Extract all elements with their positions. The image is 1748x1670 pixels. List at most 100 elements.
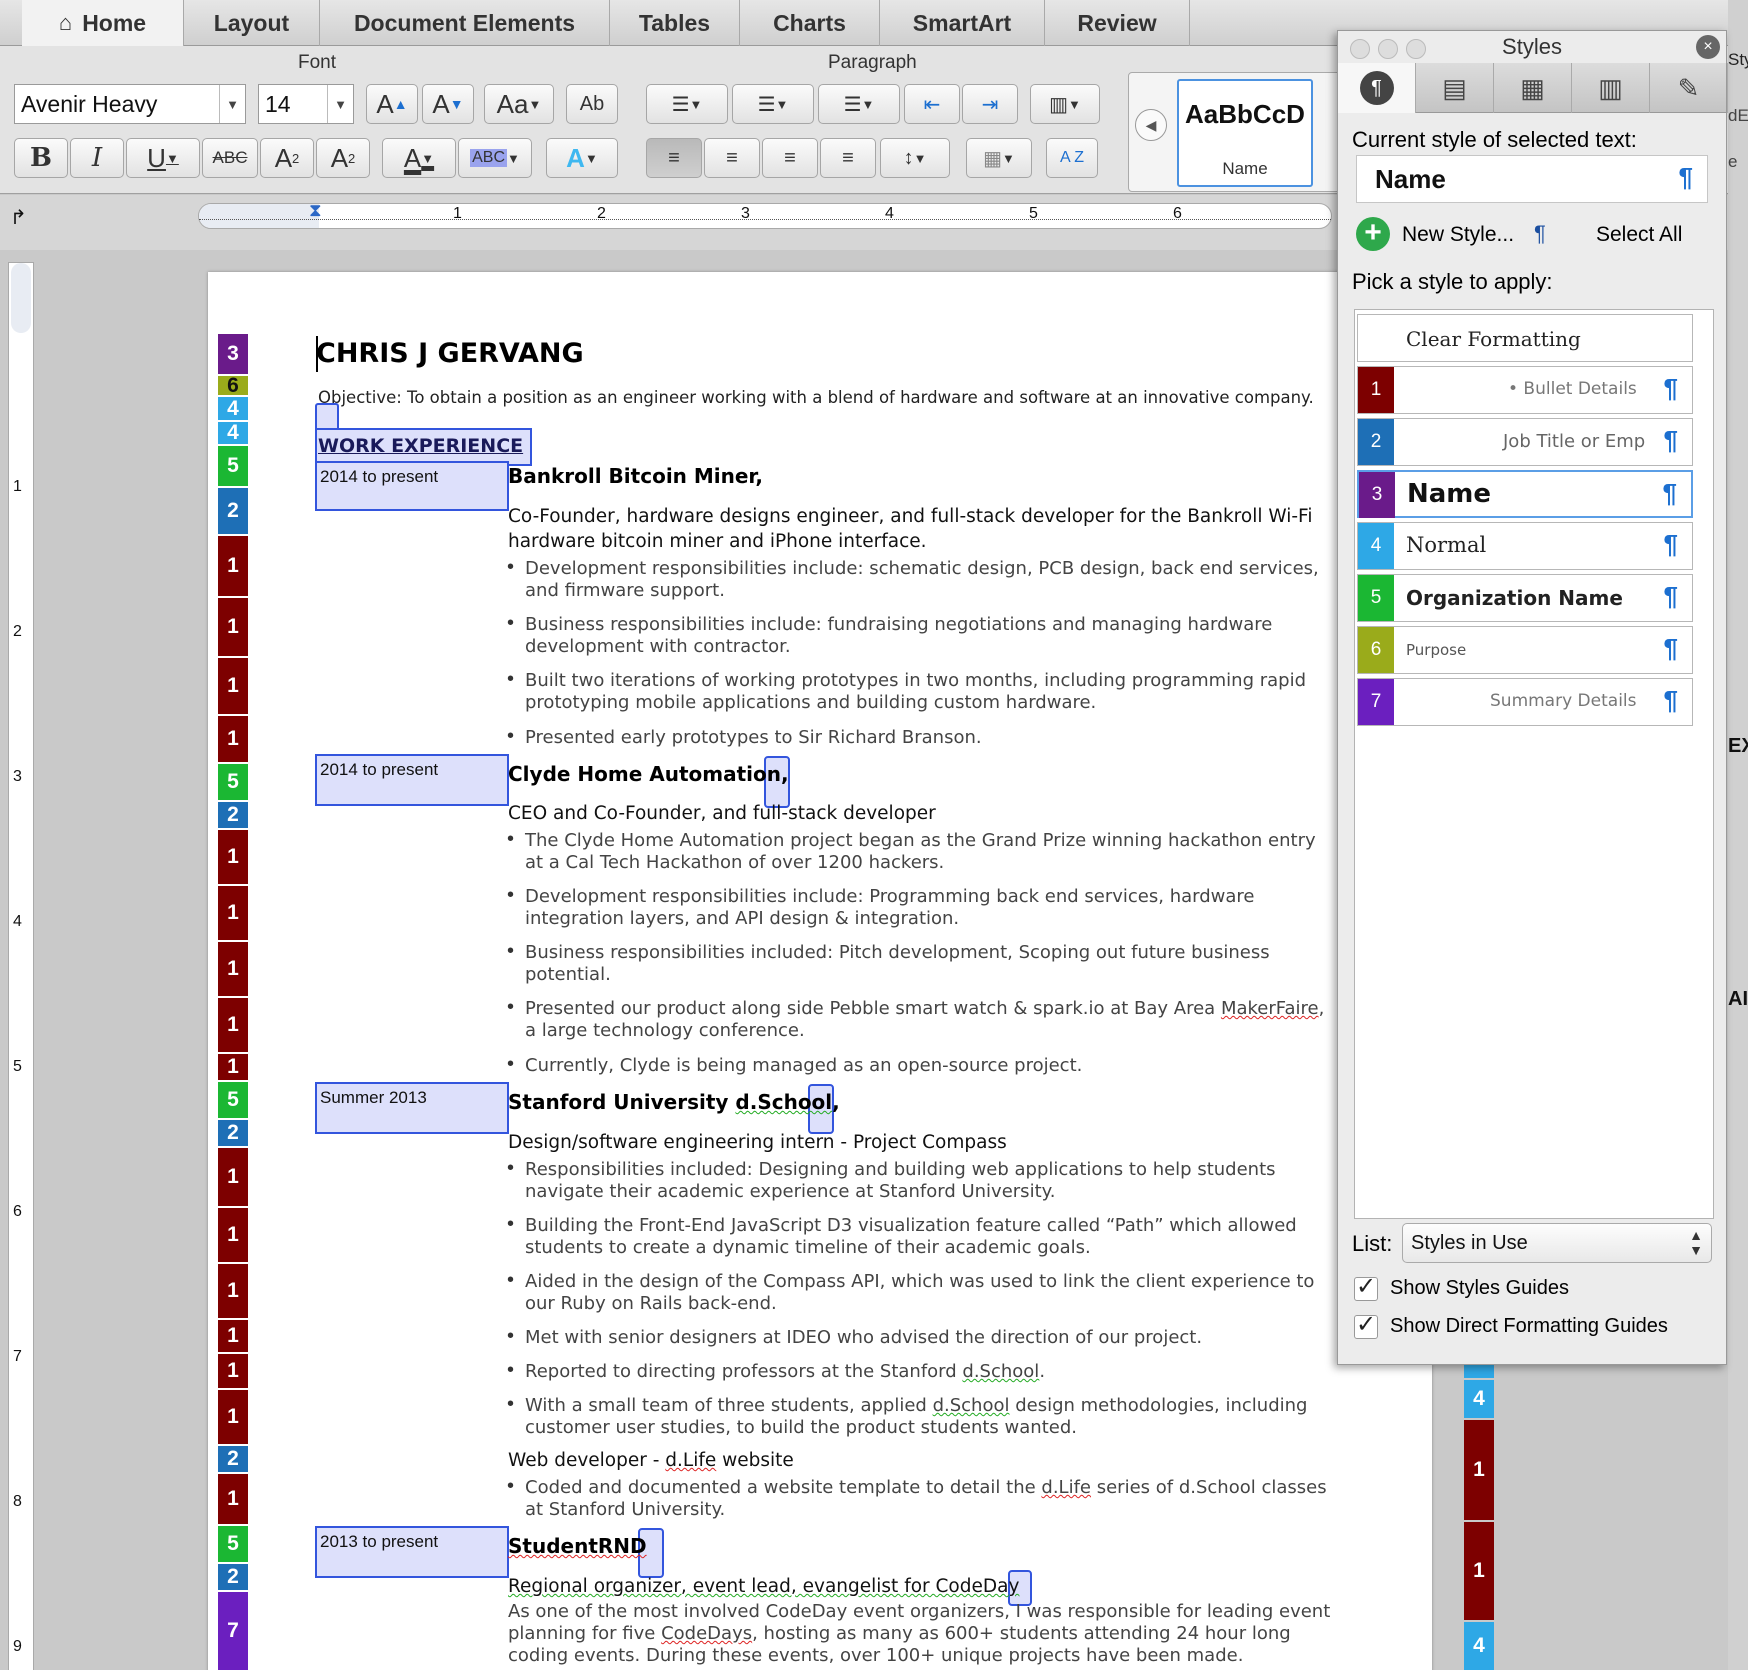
bullet-text[interactable]: integration layers, and API design & int… (525, 908, 959, 930)
job-title[interactable]: Co-Founder, hardware designs engineer, a… (508, 506, 1313, 527)
bullet-text[interactable]: Building the Front-End JavaScript D3 vis… (525, 1215, 1297, 1237)
clear-formatting-button[interactable]: Ab (566, 84, 618, 124)
decrease-indent-button[interactable]: ⇤ (904, 84, 960, 124)
job-title[interactable]: Regional organizer, event lead, evangeli… (508, 1576, 1019, 1597)
italic-button[interactable]: I (70, 138, 124, 178)
bullet-text[interactable]: development with contractor. (525, 636, 791, 658)
reference-tab-icon[interactable]: ▥ (1572, 63, 1650, 113)
tools-tab-icon[interactable]: ✎ (1650, 63, 1728, 113)
bullet-text[interactable]: and firmware support. (525, 580, 725, 602)
select-all-icon[interactable]: ¶ (1534, 221, 1560, 251)
bullet-text[interactable]: Met with senior designers at IDEO who ad… (525, 1327, 1202, 1349)
tab-smartart[interactable]: SmartArt (880, 0, 1045, 46)
align-right-button[interactable]: ≡ (762, 138, 818, 178)
grow-font-button[interactable]: A ▲ (366, 84, 418, 124)
strikethrough-button[interactable]: ABC (202, 138, 258, 178)
job-title[interactable]: Web developer - d.Life website (508, 1450, 794, 1471)
vertical-ruler[interactable]: 1 2 3 4 5 6 7 8 9 (8, 262, 34, 1670)
bullet-text[interactable]: students to create a dynamic timeline of… (525, 1237, 1091, 1259)
job-title[interactable]: Design/software engineering intern - Pro… (508, 1132, 1007, 1153)
bullet-text[interactable]: at a Cal Tech Hackathon of over 1200 hac… (525, 852, 944, 874)
bullet-text[interactable]: Aided in the design of the Compass API, … (525, 1271, 1314, 1293)
bold-button[interactable]: B (14, 138, 68, 178)
plus-icon[interactable]: + (1356, 217, 1390, 251)
style-item[interactable]: 4 Normal ¶ (1357, 522, 1693, 570)
numbering-button[interactable]: ☰ ▼ (732, 84, 814, 124)
summary-text[interactable]: As one of the most involved CodeDay even… (508, 1601, 1330, 1623)
indent-marker-icon[interactable]: ⧗ (309, 200, 325, 230)
show-direct-formatting-checkbox[interactable]: ✓ (1354, 1313, 1378, 1339)
font-color-button[interactable]: A ▼ (382, 138, 456, 178)
styles-tab-icon[interactable]: ¶ (1338, 63, 1416, 113)
tab-layout[interactable]: Layout (184, 0, 320, 46)
bullet-text[interactable]: Reported to directing professors at the … (525, 1361, 1045, 1383)
bullet-text[interactable]: Presented early prototypes to Sir Richar… (525, 727, 982, 749)
objective-text[interactable]: Objective: To obtain a position as an en… (318, 388, 1314, 407)
bullet-text[interactable]: Development responsibilities include: Pr… (525, 886, 1254, 908)
bullet-text[interactable]: Currently, Clyde is being managed as an … (525, 1055, 1082, 1077)
text-effects-button[interactable]: A ▼ (546, 138, 618, 178)
documents-tab-icon[interactable]: ▤ (1416, 63, 1494, 113)
line-spacing-button[interactable]: ↕ ▼ (880, 138, 950, 178)
bullet-text[interactable]: Responsibilities included: Designing and… (525, 1159, 1276, 1181)
borders-button[interactable]: ▦ ▼ (966, 138, 1032, 178)
bullet-text[interactable]: The Clyde Home Automation project began … (525, 830, 1316, 852)
font-size-field[interactable]: 14 ▼ (258, 84, 354, 124)
bullet-text[interactable]: Presented our product along side Pebble … (525, 998, 1324, 1020)
job-title[interactable]: hardware bitcoin miner and iPhone interf… (508, 531, 927, 552)
underline-button[interactable]: U ▼ (126, 138, 200, 178)
chevron-left-icon[interactable]: ◀ (1135, 109, 1167, 141)
section-heading[interactable]: WORK EXPERIENCE (318, 435, 523, 457)
bullet-text[interactable]: Development responsibilities include: sc… (525, 558, 1319, 580)
superscript-button[interactable]: A2 (260, 138, 314, 178)
bullet-text[interactable]: customer user studies, to build the prod… (525, 1417, 1077, 1439)
bullet-text[interactable]: Coded and documented a website template … (525, 1477, 1327, 1499)
select-all-button[interactable]: Select All (1596, 223, 1682, 247)
job-title[interactable]: CEO and Co-Founder, and full-stack devel… (508, 803, 936, 824)
style-item[interactable]: 6 Purpose ¶ (1357, 626, 1693, 674)
change-case-button[interactable]: Aa ▼ (484, 84, 554, 124)
increase-indent-button[interactable]: ⇥ (962, 84, 1018, 124)
tab-tables[interactable]: Tables (610, 0, 740, 46)
list-select[interactable]: Styles in Use ▲ ▼ (1402, 1223, 1712, 1263)
sort-button[interactable]: A Z (1046, 138, 1098, 178)
horizontal-ruler[interactable]: ⧗ 1 2 3 4 5 6 (198, 200, 1332, 230)
show-styles-guides-checkbox[interactable]: ✓ (1354, 1275, 1378, 1301)
columns-button[interactable]: ▥ ▼ (1030, 84, 1100, 124)
bullet-text[interactable]: a large technology conference. (525, 1020, 805, 1042)
align-left-button[interactable]: ≡ (646, 138, 702, 178)
bullet-text[interactable]: prototyping mobile applications and buil… (525, 692, 1096, 714)
summary-text[interactable]: planning for five CodeDays, hosting as m… (508, 1623, 1291, 1645)
tab-document-elements[interactable]: Document Elements (320, 0, 610, 46)
bullet-text[interactable]: our Ruby on Rails back-end. (525, 1293, 777, 1315)
font-name-field[interactable]: Avenir Heavy ▼ (14, 84, 246, 124)
chevron-down-icon[interactable]: ▼ (219, 85, 245, 123)
org-name[interactable]: Stanford University d.School, (508, 1090, 840, 1114)
media-tab-icon[interactable]: ▦ (1494, 63, 1572, 113)
new-style-button[interactable]: New Style... (1402, 223, 1514, 247)
align-center-button[interactable]: ≡ (704, 138, 760, 178)
highlight-button[interactable]: ABC ▼ (458, 138, 532, 178)
style-item[interactable]: 3 Name ¶ (1357, 470, 1693, 518)
style-gallery-item-name[interactable]: AaBbCcD Name (1177, 79, 1313, 187)
org-name[interactable]: Clyde Home Automation, (508, 762, 789, 786)
subscript-button[interactable]: A2 (316, 138, 370, 178)
style-item[interactable]: 1 • Bullet Details ¶ (1357, 366, 1693, 414)
resume-name[interactable]: CHRIS J GERVANG (316, 338, 584, 369)
bullets-button[interactable]: ☰ ▼ (646, 84, 728, 124)
bullet-text[interactable]: potential. (525, 964, 611, 986)
org-name[interactable]: Bankroll Bitcoin Miner, (508, 464, 763, 488)
tab-review[interactable]: Review (1045, 0, 1190, 46)
bullet-text[interactable]: Business responsibilities include: fundr… (525, 614, 1272, 636)
tab-charts[interactable]: Charts (740, 0, 880, 46)
bullet-text[interactable]: Business responsibilities included: Pitc… (525, 942, 1270, 964)
bullet-text[interactable]: navigate their academic experience at St… (525, 1181, 1055, 1203)
org-name[interactable]: StudentRND (508, 1534, 647, 1558)
multilevel-list-button[interactable]: ☰ ▼ (818, 84, 900, 124)
bullet-text[interactable]: at Stanford University. (525, 1499, 725, 1521)
shrink-font-button[interactable]: A ▼ (422, 84, 474, 124)
style-item[interactable]: 5 Organization Name ¶ (1357, 574, 1693, 622)
bullet-text[interactable]: Built two iterations of working prototyp… (525, 670, 1306, 692)
tab-selector-icon[interactable]: ↱ (10, 205, 40, 235)
style-item[interactable]: 7 Summary Details ¶ (1357, 678, 1693, 726)
